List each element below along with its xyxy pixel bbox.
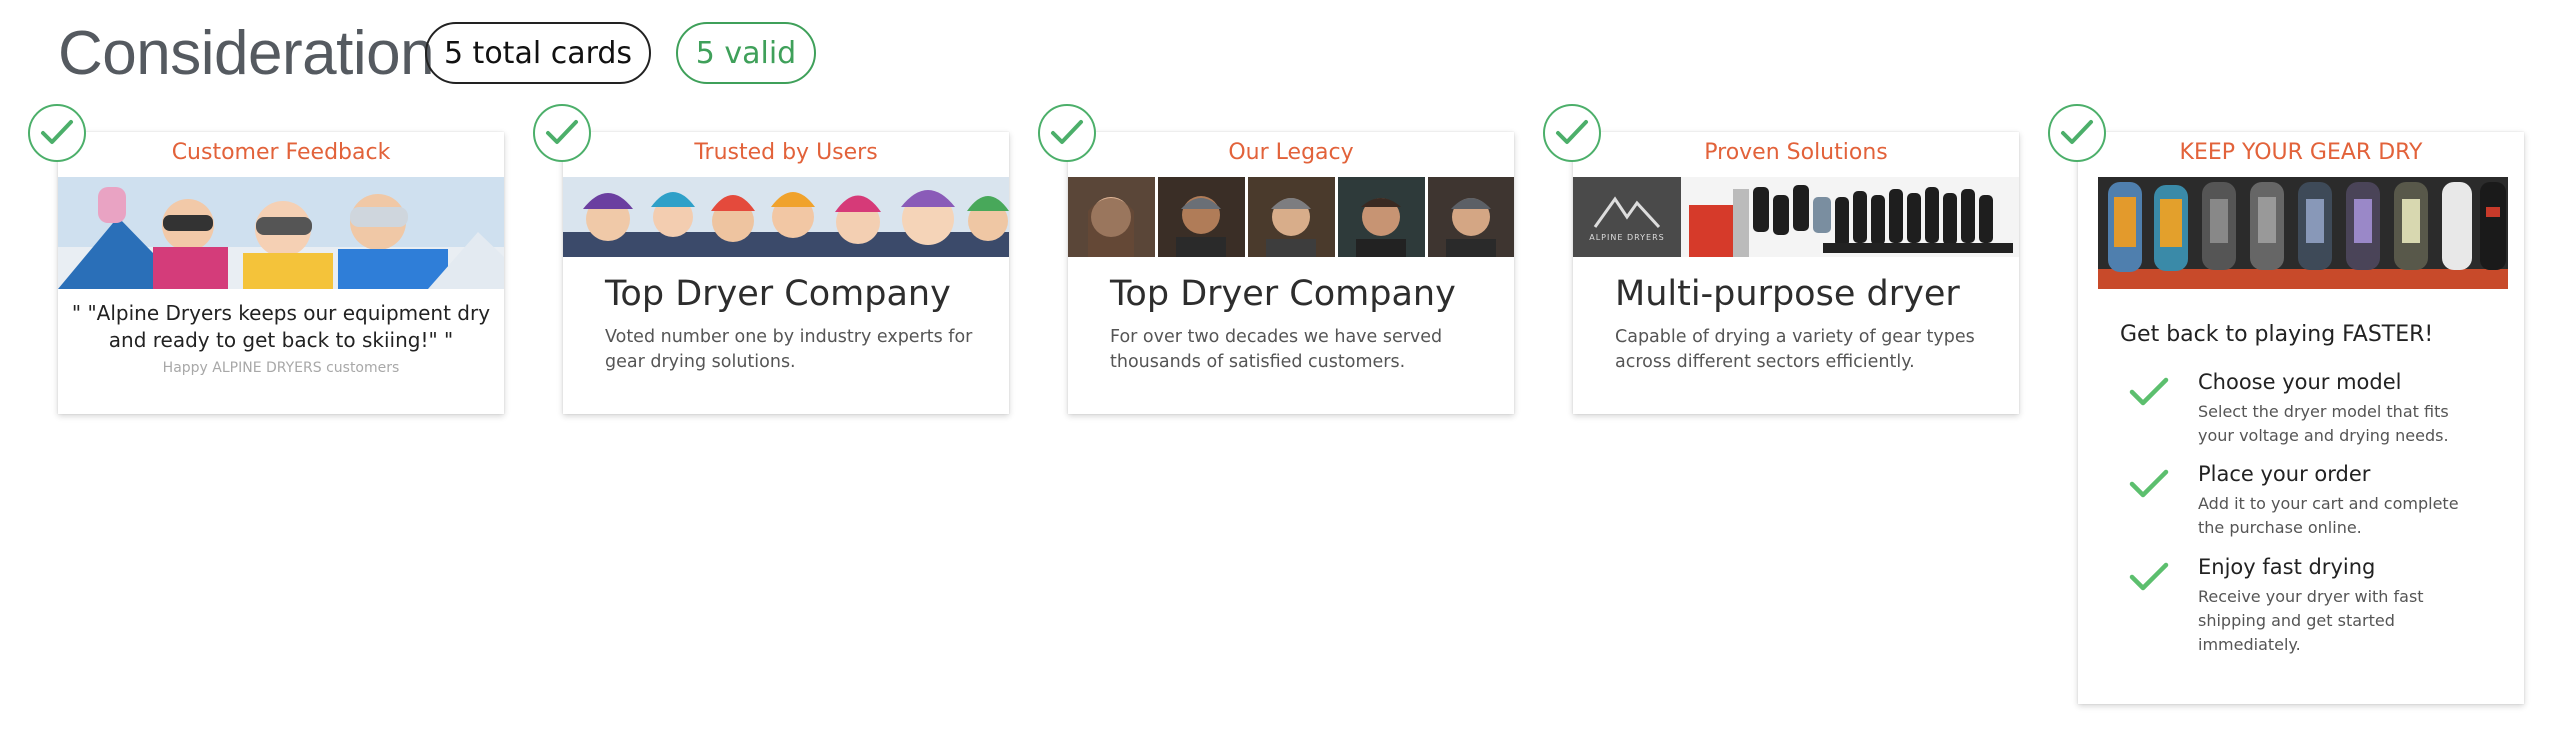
step-title: Choose your model [2198, 370, 2402, 394]
brand-logo-text: ALPINE DRYERS [1589, 233, 1665, 242]
card-image-boots [2098, 177, 2508, 289]
check-icon [2129, 377, 2169, 406]
step-title: Place your order [2198, 462, 2371, 486]
card-our-legacy[interactable]: Our Legacy Top Dryer Company For over tw… [1068, 132, 1514, 414]
card-label: Our Legacy [1228, 140, 1354, 165]
card-proven-solutions[interactable]: Proven Solutions ALPINE DRYERS Multi-pur… [1573, 132, 2019, 414]
step-description: Add it to your cart and complete the pur… [2198, 494, 2459, 537]
card-customer-feedback[interactable]: Customer Feedback " "Alpine Dryers keeps… [58, 132, 504, 414]
total-cards-badge: 5 total cards [425, 22, 651, 84]
card-image-dryers: ALPINE DRYERS [1573, 177, 2019, 257]
card-image-group [563, 177, 1009, 257]
card-description: Voted number one by industry experts for… [605, 327, 973, 372]
card-description: For over two decades we have served thou… [1110, 327, 1443, 372]
step-description: Receive your dryer with fast shipping an… [2198, 587, 2424, 654]
step-description: Select the dryer model that fits your vo… [2198, 402, 2449, 445]
valid-cards-badge: 5 valid [676, 22, 816, 84]
check-icon [2129, 562, 2169, 591]
testimonial-quote: " "Alpine Dryers keeps our equipment dry… [71, 301, 491, 352]
card-label: KEEP YOUR GEAR DRY [2179, 140, 2423, 165]
check-icon [1556, 120, 1588, 144]
card-description: Capable of drying a variety of gear type… [1615, 327, 1975, 372]
card-headline: Top Dryer Company [1110, 274, 1456, 314]
check-icon [2129, 469, 2169, 498]
check-icon [41, 120, 73, 144]
card-image-skiers [58, 177, 504, 289]
card-image-portraits [1068, 177, 1514, 257]
card-label: Trusted by Users [694, 140, 878, 165]
check-badge-2 [533, 104, 591, 162]
check-icon [2061, 120, 2093, 144]
check-icon [1051, 120, 1083, 144]
page-title: Consideration [58, 19, 435, 88]
card-label: Customer Feedback [171, 140, 391, 165]
check-badge-5 [2048, 104, 2106, 162]
check-icon [546, 120, 578, 144]
check-badge-4 [1543, 104, 1601, 162]
card-keep-your-gear-dry[interactable]: KEEP YOUR GEAR DRY Get back to playing F… [2078, 132, 2524, 704]
card-label: Proven Solutions [1704, 140, 1888, 165]
card-trusted-by-users[interactable]: Trusted by Users Top Dryer Company Voted… [563, 132, 1009, 414]
step-title: Enjoy fast drying [2198, 555, 2376, 579]
check-badge-3 [1038, 104, 1096, 162]
card-headline: Top Dryer Company [605, 274, 951, 314]
check-badge-1 [28, 104, 86, 162]
card-headline: Multi-purpose dryer [1615, 274, 1960, 314]
card-intro: Get back to playing FASTER! [2120, 322, 2434, 347]
testimonial-attribution: Happy ALPINE DRYERS customers [162, 360, 400, 376]
